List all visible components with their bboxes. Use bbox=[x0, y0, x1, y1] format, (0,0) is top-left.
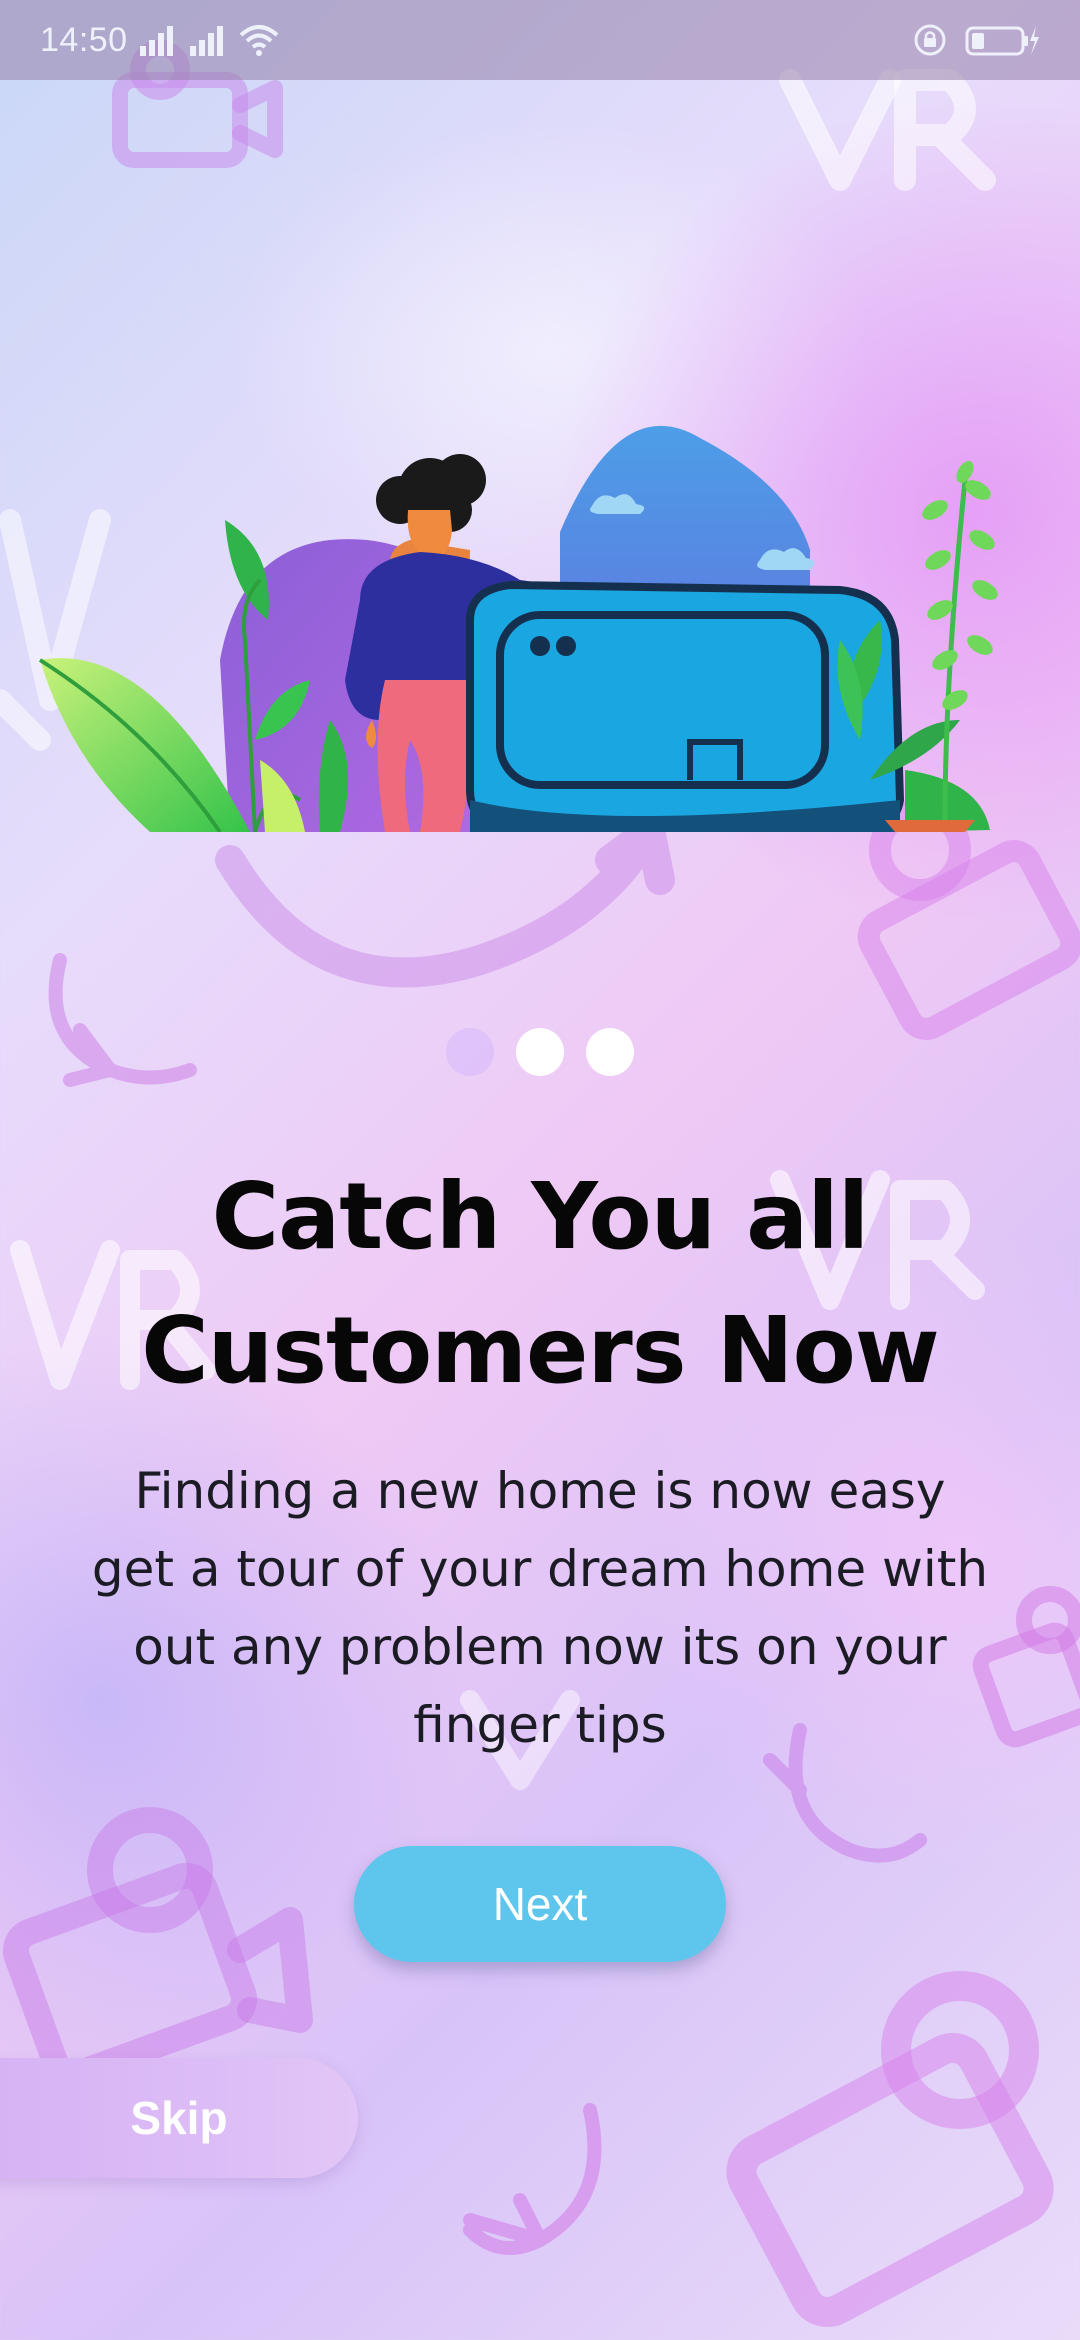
battery-charging-icon bbox=[964, 22, 1040, 58]
person-vr-headset-illustration-icon bbox=[38, 425, 998, 832]
onboarding-title: Catch You all Customers Now bbox=[141, 1163, 940, 1404]
signal-icon bbox=[188, 24, 228, 56]
page-indicator-dot-active[interactable] bbox=[446, 1028, 494, 1076]
status-bar: 14:50 bbox=[0, 0, 1080, 80]
wifi-icon bbox=[238, 23, 280, 57]
page-indicator-dot[interactable] bbox=[516, 1028, 564, 1076]
skip-button[interactable]: Skip bbox=[0, 2058, 358, 2178]
signal-icon bbox=[138, 24, 178, 56]
page-indicator-dot[interactable] bbox=[586, 1028, 634, 1076]
onboarding-description: Finding a new home is now easy get a tou… bbox=[91, 1462, 989, 1754]
hero-illustration bbox=[0, 80, 1080, 832]
page-indicator bbox=[0, 1028, 1080, 1076]
rotation-lock-icon bbox=[912, 22, 948, 58]
next-button[interactable]: Next bbox=[354, 1846, 726, 1962]
status-time: 14:50 bbox=[40, 20, 128, 59]
